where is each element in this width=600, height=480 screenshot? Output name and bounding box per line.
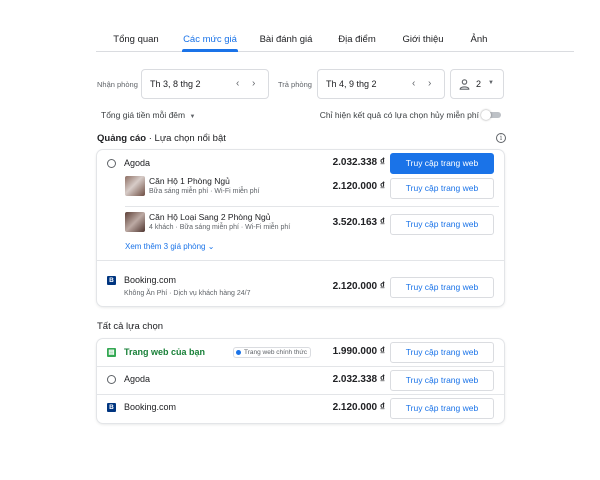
chevron-down-icon: ⌄ — [207, 242, 215, 251]
provider-name: Agoda — [124, 158, 151, 168]
tab-location[interactable]: Địa điểm — [338, 34, 376, 45]
visit-site-button[interactable]: Truy cập trang web — [390, 178, 494, 199]
tab-photos[interactable]: Ảnh — [471, 34, 488, 45]
all-options-title: Tất cả lựa chọn — [97, 321, 164, 332]
all-options-card: ▤ Trang web của bạn Trang web chính thức… — [97, 339, 504, 423]
option-price: 1.990.000 ₫ — [332, 346, 385, 357]
visit-site-button[interactable]: Truy cập trang web — [390, 153, 494, 174]
featured-card: Agoda 2.032.338 ₫ Truy cập trang web Căn… — [97, 150, 504, 306]
option-name: Agoda — [124, 374, 151, 384]
free-cancel-toggle[interactable] — [481, 110, 501, 120]
option-price: 2.032.338 ₫ — [332, 374, 385, 385]
checkin-next-icon[interactable]: › — [252, 79, 255, 89]
agoda-logo-icon — [107, 375, 116, 384]
caret-down-icon: ▼ — [189, 114, 196, 120]
checkout-next-icon[interactable]: › — [428, 79, 431, 89]
visit-site-button[interactable]: Truy cập trang web — [390, 342, 494, 363]
provider-price: 2.032.338 ₫ — [332, 157, 385, 168]
room-name: Căn Hộ 1 Phòng Ngủ — [149, 176, 230, 186]
option-price: 2.120.000 ₫ — [332, 402, 385, 413]
checkout-prev-icon[interactable]: ‹ — [412, 79, 415, 89]
own-site-name: Trang web của bạn — [124, 347, 206, 357]
checkin-value: Th 3, 8 thg 2 — [150, 79, 201, 89]
visit-site-button[interactable]: Truy cập trang web — [390, 398, 494, 419]
active-tab-indicator — [182, 49, 238, 52]
provider-details: Không Ăn Phí · Dịch vụ khách hàng 24/7 — [124, 290, 251, 297]
checkout-label: Trả phòng — [278, 80, 312, 89]
official-site-badge: Trang web chính thức — [233, 347, 312, 358]
guests-selector[interactable]: 2 ▼ — [450, 69, 504, 99]
caret-down-icon: ▼ — [488, 80, 494, 86]
checkin-field[interactable]: Th 3, 8 thg 2 ‹ › — [141, 69, 269, 99]
tab-about[interactable]: Giới thiệu — [402, 34, 443, 45]
featured-label: · Lựa chọn nổi bật — [146, 133, 226, 144]
visit-site-button[interactable]: Truy cập trang web — [390, 277, 494, 298]
guests-count: 2 — [476, 79, 482, 89]
tab-bar: Tổng quan Các mức giá Bài đánh giá Địa đ… — [96, 0, 574, 52]
visit-site-button[interactable]: Truy cập trang web — [390, 370, 494, 391]
option-name: Booking.com — [124, 402, 177, 412]
agoda-logo-icon — [107, 159, 116, 168]
room-thumbnail[interactable] — [125, 176, 145, 196]
checkin-prev-icon[interactable]: ‹ — [236, 79, 239, 89]
free-cancel-label: Chỉ hiện kết quả có lựa chọn hủy miễn ph… — [319, 110, 479, 120]
tab-prices[interactable]: Các mức giá — [183, 34, 237, 45]
checkin-label: Nhận phòng — [97, 80, 138, 89]
booking-logo-icon: B — [107, 403, 116, 412]
tab-reviews[interactable]: Bài đánh giá — [260, 34, 313, 45]
info-icon[interactable]: i — [496, 133, 506, 143]
price-mode-label: Tổng giá tiền mỗi đêm — [101, 110, 186, 120]
hotel-site-icon: ▤ — [107, 348, 116, 357]
room-details: Bữa sáng miễn phí · Wi-Fi miễn phí — [149, 188, 260, 195]
room-price: 3.520.163 ₫ — [332, 217, 385, 228]
person-icon — [459, 79, 470, 90]
featured-section-title: Quảng cáo · Lựa chọn nổi bật — [97, 133, 226, 144]
ad-label: Quảng cáo — [97, 133, 147, 144]
room-thumbnail[interactable] — [125, 212, 145, 232]
price-mode-dropdown[interactable]: Tổng giá tiền mỗi đêm ▼ — [101, 110, 195, 120]
booking-logo-icon: B — [107, 276, 116, 285]
checkout-field[interactable]: Th 4, 9 thg 2 ‹ › — [317, 69, 445, 99]
room-details: 4 khách · Bữa sáng miễn phí · Wi-Fi miễn… — [149, 224, 291, 231]
tab-overview[interactable]: Tổng quan — [113, 34, 158, 45]
room-name: Căn Hộ Loại Sang 2 Phòng Ngủ — [149, 212, 271, 222]
provider-name: Booking.com — [124, 275, 177, 285]
visit-site-button[interactable]: Truy cập trang web — [390, 214, 494, 235]
provider-price: 2.120.000 ₫ — [332, 281, 385, 292]
more-rooms-link[interactable]: Xem thêm 3 giá phòng ⌄ — [125, 242, 214, 251]
room-price: 2.120.000 ₫ — [332, 181, 385, 192]
checkout-value: Th 4, 9 thg 2 — [326, 79, 377, 89]
